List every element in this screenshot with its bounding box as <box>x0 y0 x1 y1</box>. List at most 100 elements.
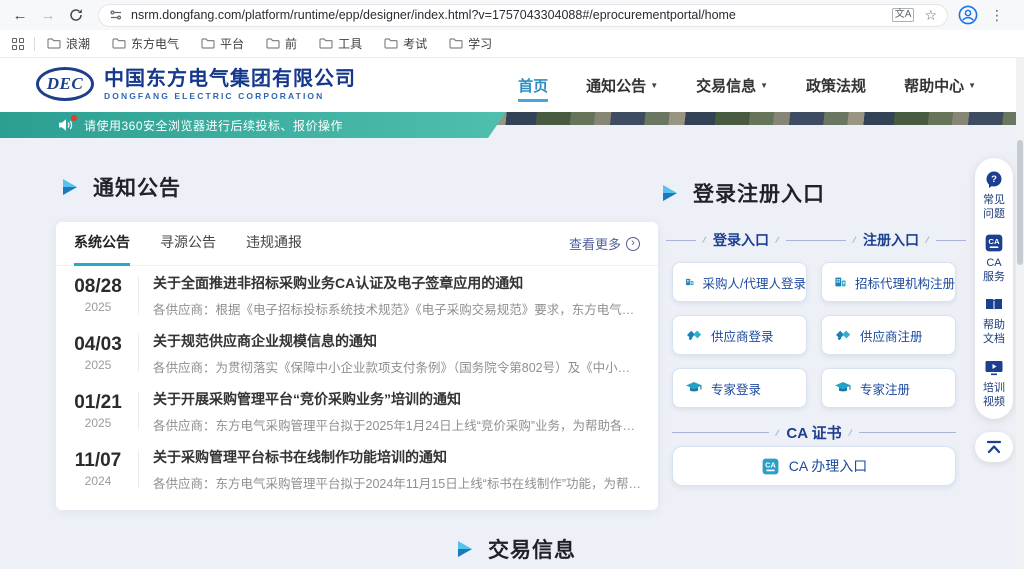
nav-policies[interactable]: 政策法规 <box>806 69 866 102</box>
address-bar[interactable]: nsrm.dongfang.com/platform/runtime/epp/d… <box>98 4 948 27</box>
nav-home[interactable]: 首页 <box>518 69 548 102</box>
company-logo[interactable]: DEC 中国东方电气集团有限公司 DONGFANG ELECTRIC CORPO… <box>36 67 356 101</box>
bookmark-folder[interactable]: 工具 <box>319 35 362 52</box>
dec-logo-icon: DEC <box>36 67 94 101</box>
button-label: 招标代理机构注册 <box>855 273 955 292</box>
notice-row[interactable]: 08/28 2025 关于全面推进非招标采购业务CA认证及电子签章应用的通知 各… <box>56 266 658 324</box>
svg-text:?: ? <box>991 174 997 185</box>
date-year: 2025 <box>66 416 130 430</box>
folder-icon <box>47 38 61 49</box>
bookmark-folder[interactable]: 考试 <box>384 35 427 52</box>
video-icon <box>984 358 1004 378</box>
scrollbar-thumb[interactable] <box>1017 140 1023 265</box>
sidebar-item-help-docs[interactable]: 帮助文档 <box>981 295 1007 347</box>
back-button[interactable]: ← <box>8 3 32 27</box>
sidebar-item-label: 培训视频 <box>981 381 1007 410</box>
sidebar-item-training-videos[interactable]: 培训视频 <box>981 358 1007 410</box>
page-scrollbar[interactable] <box>1016 58 1024 569</box>
sidebar-item-ca-service[interactable]: CA CA服务 <box>981 233 1007 285</box>
notice-date: 11/07 2024 <box>66 450 130 488</box>
bookmarks-bar: 浪潮 东方电气 平台 前 工具 考试 学习 <box>0 30 1024 58</box>
question-icon: ? <box>984 170 1004 190</box>
tab-violation-reports[interactable]: 违规通报 <box>246 222 302 266</box>
expert-login-button[interactable]: 专家登录 <box>672 368 807 408</box>
bookmark-folder[interactable]: 浪潮 <box>47 35 90 52</box>
translate-icon[interactable]: 文A <box>892 8 915 22</box>
supplier-register-button[interactable]: 供应商注册 <box>821 315 956 355</box>
divider <box>138 334 139 372</box>
site-info-icon[interactable] <box>109 8 123 22</box>
handshake-icon <box>834 326 852 344</box>
date-year: 2025 <box>66 300 130 314</box>
organization-icon <box>834 273 847 291</box>
back-to-top-icon <box>985 439 1003 455</box>
announcement-ticker: 请使用360安全浏览器进行后续投标、报价操作 <box>0 112 506 138</box>
expert-register-button[interactable]: 专家注册 <box>821 368 956 408</box>
trade-section-title: 交易信息 <box>455 534 576 564</box>
company-name: 中国东方电气集团有限公司 <box>104 68 356 90</box>
bookmark-star-icon[interactable]: ☆ <box>924 7 937 24</box>
nav-trade-info[interactable]: 交易信息▼ <box>696 69 768 102</box>
organization-icon <box>685 273 695 291</box>
sidebar-item-label: 常见问题 <box>981 193 1007 222</box>
notice-summary: 各供应商：为贯彻落实《保障中小企业款项支付条例》（国务院令第802号）及《中小企… <box>153 357 642 376</box>
notice-row[interactable]: 04/03 2025 关于规范供应商企业规模信息的通知 各供应商：为贯彻落实《保… <box>56 324 658 382</box>
button-label: 采购人/代理人登录 <box>703 273 806 292</box>
login-column-header: 登录入口 <box>666 230 816 250</box>
notice-title: 关于全面推进非招标采购业务CA认证及电子签章应用的通知 <box>153 273 642 293</box>
folder-icon <box>319 38 333 49</box>
button-label: 供应商注册 <box>860 326 923 345</box>
bookmark-label: 考试 <box>403 35 427 52</box>
ca-badge-icon: CA <box>984 233 1004 253</box>
bookmark-folder[interactable]: 前 <box>266 35 297 52</box>
supplier-login-button[interactable]: 供应商登录 <box>672 315 807 355</box>
notice-date: 04/03 2025 <box>66 334 130 372</box>
tab-system-notices[interactable]: 系统公告 <box>74 222 130 266</box>
profile-avatar[interactable] <box>958 5 978 25</box>
bidding-agency-register-button[interactable]: 招标代理机构注册 <box>821 262 956 302</box>
notices-card: 系统公告 寻源公告 违规通报 查看更多 › 08/28 2025 关于全面推进非… <box>56 222 658 510</box>
view-more-link[interactable]: 查看更多 › <box>569 234 640 253</box>
date-month-day: 11/07 <box>66 450 130 472</box>
date-month-day: 08/28 <box>66 276 130 298</box>
nav-notices[interactable]: 通知公告▼ <box>586 69 658 102</box>
reload-button[interactable] <box>64 3 88 27</box>
bookmark-folder[interactable]: 东方电气 <box>112 35 179 52</box>
folder-icon <box>112 38 126 49</box>
divider <box>138 392 139 430</box>
section-title-text: 登录注册入口 <box>693 178 825 208</box>
section-arrow-icon <box>60 178 80 196</box>
svg-text:CA: CA <box>765 460 776 469</box>
date-year: 2025 <box>66 358 130 372</box>
ca-badge-icon: CA <box>761 457 780 476</box>
chrome-menu-icon[interactable]: ⋮ <box>990 7 1004 24</box>
notice-title: 关于开展采购管理平台“竞价采购业务”培训的通知 <box>153 389 642 409</box>
main-nav: 首页 通知公告▼ 交易信息▼ 政策法规 帮助中心▼ <box>518 58 976 112</box>
speaker-icon <box>58 118 74 132</box>
forward-button[interactable]: → <box>36 3 60 27</box>
nav-label: 首页 <box>518 75 548 96</box>
nav-help-center[interactable]: 帮助中心▼ <box>904 69 976 102</box>
folder-icon <box>384 38 398 49</box>
tab-sourcing-notices[interactable]: 寻源公告 <box>160 222 216 266</box>
nav-label: 政策法规 <box>806 75 866 96</box>
company-name-en: DONGFANG ELECTRIC CORPORATION <box>104 91 356 101</box>
notice-summary: 各供应商：根据《电子招标投标系统技术规范》《电子采购交易规范》要求，东方电气采购… <box>153 299 642 318</box>
notice-row[interactable]: 01/21 2025 关于开展采购管理平台“竞价采购业务”培训的通知 各供应商：… <box>56 382 658 440</box>
notice-row[interactable]: 11/07 2024 关于采购管理平台标书在线制作功能培训的通知 各供应商：东方… <box>56 440 658 498</box>
entry-buttons-grid: 采购人/代理人登录 招标代理机构注册 供应商登录 供应商注册 专家登录 专家注册 <box>672 262 956 408</box>
bookmark-folder[interactable]: 平台 <box>201 35 244 52</box>
back-to-top-button[interactable] <box>975 432 1013 462</box>
bookmark-folder[interactable]: 学习 <box>449 35 492 52</box>
bookmark-label: 平台 <box>220 35 244 52</box>
sidebar-item-faq[interactable]: ? 常见问题 <box>981 170 1007 222</box>
site-header: DEC 中国东方电气集团有限公司 DONGFANG ELECTRIC CORPO… <box>0 58 1024 112</box>
browser-toolbar: ← → nsrm.dongfang.com/platform/runtime/e… <box>0 0 1024 30</box>
reload-icon <box>69 8 83 22</box>
purchaser-login-button[interactable]: 采购人/代理人登录 <box>672 262 807 302</box>
ca-apply-button[interactable]: CA CA 办理入口 <box>672 446 956 486</box>
bookmark-label: 浪潮 <box>66 35 90 52</box>
bookmark-label: 东方电气 <box>131 35 179 52</box>
graduation-cap-icon <box>834 379 852 397</box>
apps-grid-icon[interactable] <box>12 38 24 50</box>
